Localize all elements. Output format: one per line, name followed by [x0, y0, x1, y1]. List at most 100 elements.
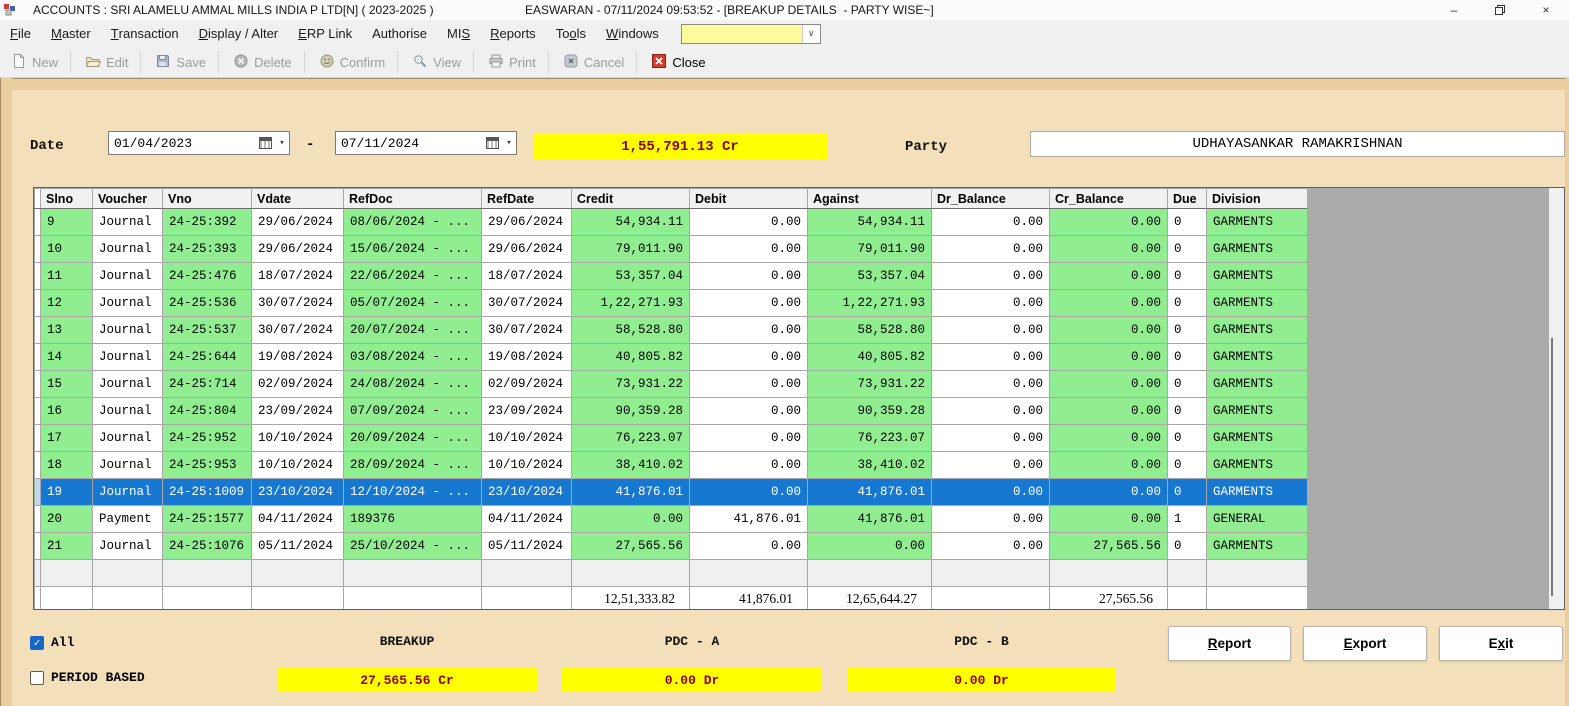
- cell-voucher: Journal: [93, 263, 163, 290]
- table-row[interactable]: 9Journal24-25:39229/06/202408/06/2024 - …: [35, 209, 1308, 236]
- col-header-dr-balance[interactable]: Dr_Balance: [932, 189, 1050, 209]
- col-header-credit[interactable]: Credit: [572, 189, 690, 209]
- minimize-button[interactable]: –: [1431, 0, 1477, 20]
- col-header-debit[interactable]: Debit: [690, 189, 808, 209]
- menu-authorise[interactable]: Authorise: [362, 20, 437, 47]
- table-row[interactable]: 17Journal24-25:95210/10/202420/09/2024 -…: [35, 425, 1308, 452]
- close-window-button[interactable]: ×: [1523, 0, 1569, 20]
- date-from-input[interactable]: 01/04/2023 ▾: [108, 131, 290, 155]
- chevron-down-icon[interactable]: ▾: [502, 138, 516, 148]
- menu-master[interactable]: Master: [41, 20, 101, 47]
- date-to-input[interactable]: 07/11/2024 ▾: [335, 131, 517, 155]
- cell-voucher: Journal: [93, 371, 163, 398]
- col-header-refdate[interactable]: RefDate: [482, 189, 572, 209]
- table-row[interactable]: 16Journal24-25:80423/09/202407/09/2024 -…: [35, 398, 1308, 425]
- cell-due: 0: [1168, 317, 1207, 344]
- menu-erp-link[interactable]: ERP Link: [288, 20, 362, 47]
- col-header-vno[interactable]: Vno: [163, 189, 252, 209]
- export-button[interactable]: Export: [1303, 626, 1427, 661]
- cell-credit: 40,805.82: [572, 344, 690, 371]
- total-division: [1207, 587, 1308, 611]
- toolbar: New Edit Save Delete Confirm View Print Cancel C…: [0, 47, 1569, 78]
- period-based-checkbox[interactable]: ✓ PERIOD BASED: [30, 670, 145, 685]
- cell-voucher: Journal: [93, 317, 163, 344]
- quick-menu-combobox[interactable]: ∨: [681, 24, 821, 44]
- cell-refdate: 30/07/2024: [482, 317, 572, 344]
- chevron-down-icon[interactable]: ∨: [802, 25, 820, 43]
- exit-button[interactable]: Exit: [1439, 626, 1563, 661]
- table-row[interactable]: 11Journal24-25:47618/07/202422/06/2024 -…: [35, 263, 1308, 290]
- cell-credit: 73,931.22: [572, 371, 690, 398]
- all-checkbox[interactable]: ✓ All: [30, 635, 74, 650]
- scrollbar-thumb[interactable]: [1551, 338, 1553, 596]
- table-row[interactable]: 15Journal24-25:71402/09/202424/08/2024 -…: [35, 371, 1308, 398]
- total-credit: 12,51,333.82: [572, 587, 690, 611]
- report-button[interactable]: Report: [1168, 626, 1291, 661]
- table-row[interactable]: 10Journal24-25:39329/06/202415/06/2024 -…: [35, 236, 1308, 263]
- menu-mis[interactable]: MIS: [437, 20, 480, 47]
- close-icon: [651, 53, 667, 72]
- cell-division: GARMENTS: [1207, 236, 1308, 263]
- col-header-refdoc[interactable]: RefDoc: [344, 189, 482, 209]
- cell-refdoc: 12/10/2024 - ...: [344, 479, 482, 506]
- cell-vno: 24-25:1009: [163, 479, 252, 506]
- delete-button[interactable]: Delete: [224, 49, 301, 75]
- col-header-cr-balance[interactable]: Cr_Balance: [1050, 189, 1168, 209]
- cell-division: GARMENTS: [1207, 344, 1308, 371]
- all-checkbox-label: All: [51, 635, 74, 650]
- menu-file[interactable]: File: [0, 20, 41, 47]
- table-row[interactable]: 21Journal24-25:107605/11/202425/10/2024 …: [35, 533, 1308, 560]
- close-button[interactable]: Close: [642, 49, 714, 75]
- cell-refdate: 30/07/2024: [482, 290, 572, 317]
- cell-dr-balance: 0.00: [932, 398, 1050, 425]
- save-button[interactable]: Save: [146, 49, 215, 75]
- cell-vno: 24-25:644: [163, 344, 252, 371]
- total-due: [1168, 587, 1207, 611]
- cell-dr-balance: 0.00: [932, 290, 1050, 317]
- cell-against: 76,223.07: [808, 425, 932, 452]
- col-header-against[interactable]: Against: [808, 189, 932, 209]
- new-button[interactable]: New: [2, 49, 67, 75]
- cell-vno: 24-25:714: [163, 371, 252, 398]
- table-row[interactable]: 13Journal24-25:53730/07/202420/07/2024 -…: [35, 317, 1308, 344]
- print-button[interactable]: Print: [479, 49, 545, 75]
- menu-display-alter[interactable]: Display / Alter: [189, 20, 288, 47]
- vertical-scrollbar[interactable]: [1549, 188, 1565, 609]
- menu-tools[interactable]: Tools: [546, 20, 596, 47]
- cell-dr-balance: 0.00: [932, 344, 1050, 371]
- cell-slno: 15: [41, 371, 93, 398]
- col-header-slno[interactable]: Slno: [41, 189, 93, 209]
- menu-transaction[interactable]: Transaction: [101, 20, 189, 47]
- col-header-division[interactable]: Division: [1207, 189, 1308, 209]
- table-row[interactable]: 14Journal24-25:64419/08/202403/08/2024 -…: [35, 344, 1308, 371]
- cell-due: 0: [1168, 533, 1207, 560]
- cell-credit: 53,357.04: [572, 263, 690, 290]
- edit-button[interactable]: Edit: [76, 49, 137, 75]
- cell-credit: 38,410.02: [572, 452, 690, 479]
- confirm-button[interactable]: Confirm: [310, 49, 395, 75]
- party-input[interactable]: UDHAYASANKAR RAMAKRISHNAN: [1030, 131, 1565, 157]
- cell-due: 0: [1168, 236, 1207, 263]
- cell-debit: 0.00: [690, 533, 808, 560]
- col-header-due[interactable]: Due: [1168, 189, 1207, 209]
- cell-refdoc: 20/09/2024 - ...: [344, 425, 482, 452]
- col-header-vdate[interactable]: Vdate: [252, 189, 344, 209]
- menu-windows[interactable]: Windows: [596, 20, 669, 47]
- table-row[interactable]: 12Journal24-25:53630/07/202405/07/2024 -…: [35, 290, 1308, 317]
- menu-reports[interactable]: Reports: [480, 20, 546, 47]
- cell-cr-balance: 0.00: [1050, 209, 1168, 236]
- cell-division: GARMENTS: [1207, 290, 1308, 317]
- cell-vdate: 30/07/2024: [252, 290, 344, 317]
- breakup-amount-display: 27,565.56 Cr: [277, 668, 537, 692]
- cancel-button[interactable]: Cancel: [554, 49, 633, 75]
- cell-vno: 24-25:393: [163, 236, 252, 263]
- chevron-down-icon[interactable]: ▾: [275, 138, 289, 148]
- col-header-voucher[interactable]: Voucher: [93, 189, 163, 209]
- restore-button[interactable]: [1477, 0, 1523, 20]
- table-row[interactable]: 20Payment24-25:157704/11/202418937604/11…: [35, 506, 1308, 533]
- view-button[interactable]: View: [403, 49, 470, 75]
- cell-voucher: Journal: [93, 398, 163, 425]
- cell-refdoc: 25/10/2024 - ...: [344, 533, 482, 560]
- table-row[interactable]: 19Journal24-25:100923/10/202412/10/2024 …: [35, 479, 1308, 506]
- table-row[interactable]: 18Journal24-25:95310/10/202428/09/2024 -…: [35, 452, 1308, 479]
